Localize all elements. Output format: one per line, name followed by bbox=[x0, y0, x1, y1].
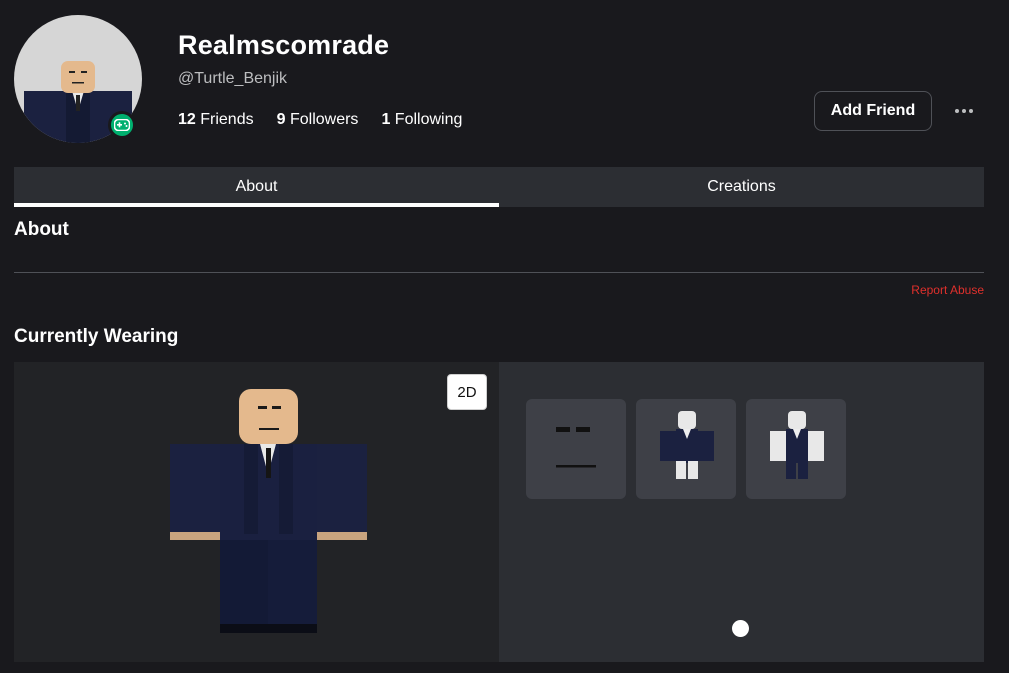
tab-creations[interactable]: Creations bbox=[499, 167, 984, 207]
divider bbox=[14, 272, 984, 273]
more-options-icon[interactable] bbox=[950, 100, 978, 122]
carousel-page-dot[interactable] bbox=[732, 620, 749, 637]
wearing-item-face[interactable] bbox=[526, 399, 626, 499]
username: @Turtle_Benjik bbox=[178, 70, 288, 87]
report-abuse-link[interactable]: Report Abuse bbox=[911, 283, 984, 297]
online-status-badge bbox=[108, 111, 136, 139]
avatar-full-body-icon bbox=[170, 389, 367, 633]
wearing-item-shirt[interactable] bbox=[636, 399, 736, 499]
add-friend-button[interactable]: Add Friend bbox=[814, 91, 932, 131]
followers-stat[interactable]: 9 Followers bbox=[277, 111, 359, 129]
suit-pants-icon bbox=[770, 411, 824, 479]
followers-label: Followers bbox=[289, 111, 359, 128]
friends-count: 12 bbox=[178, 111, 196, 128]
tab-about[interactable]: About bbox=[14, 167, 499, 207]
suit-shirt-icon bbox=[660, 411, 714, 479]
game-controller-icon bbox=[114, 119, 130, 131]
profile-tabs: About Creations bbox=[14, 167, 984, 207]
followers-count: 9 bbox=[276, 111, 286, 128]
friends-label: Friends bbox=[200, 111, 254, 128]
wearing-item-pants[interactable] bbox=[746, 399, 846, 499]
following-stat[interactable]: 1 Following bbox=[381, 111, 462, 129]
profile-page: Realmscomrade @Turtle_Benjik 12 Friends … bbox=[0, 0, 1009, 673]
following-label: Following bbox=[394, 111, 463, 128]
friends-stat[interactable]: 12 Friends bbox=[178, 111, 254, 129]
about-heading: About bbox=[14, 219, 69, 240]
display-name: Realmscomrade bbox=[178, 30, 390, 60]
face-icon bbox=[556, 427, 596, 468]
profile-stats: 12 Friends 9 Followers 1 Following bbox=[178, 111, 462, 129]
avatar[interactable] bbox=[14, 15, 142, 143]
avatar-3d-viewer[interactable]: 2D bbox=[14, 362, 499, 662]
wearing-items-panel bbox=[499, 362, 984, 662]
following-count: 1 bbox=[381, 111, 391, 128]
currently-wearing-heading: Currently Wearing bbox=[14, 326, 179, 347]
toggle-2d-button[interactable]: 2D bbox=[447, 374, 487, 410]
